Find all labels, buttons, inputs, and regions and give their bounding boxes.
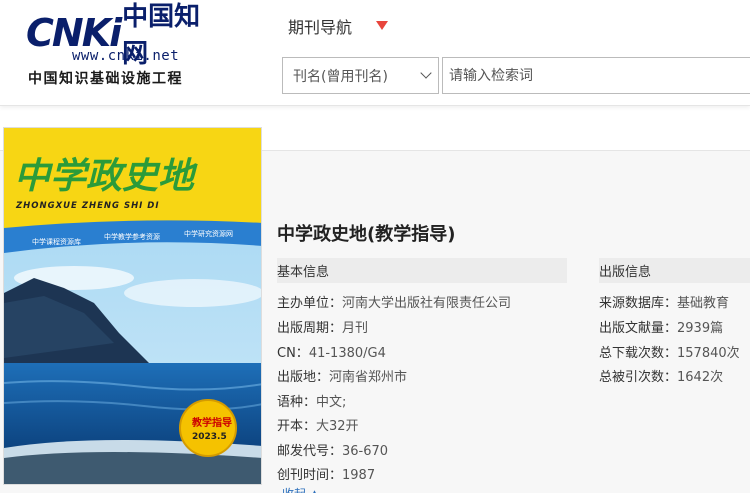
site-header: CNKi 中国知网 www.cnki.net 中国知识基础设施工程 期刊导航 刊… [0, 0, 750, 106]
info-label: 邮发代号： [277, 444, 343, 459]
cover-title: 中学政史地 [14, 155, 198, 197]
info-value: 36-670 [342, 444, 389, 459]
pub-info-heading-label: 出版信息 [599, 265, 652, 280]
info-value: 1987 [342, 468, 376, 483]
search-field-select[interactable]: 刊名(曾用刊名) [282, 57, 439, 94]
info-label: 创刊时间： [277, 468, 343, 483]
info-label: 总下载次数： [599, 346, 678, 361]
info-value: 41-1380/G4 [308, 346, 386, 361]
info-row-postal-code: 邮发代号：36-670 [277, 440, 388, 459]
journal-title: 中学政史地(教学指导) [277, 224, 456, 245]
search-field-value: 刊名(曾用刊名) [293, 68, 388, 85]
info-label: 来源数据库： [599, 296, 678, 311]
info-value: 2939篇 [677, 321, 724, 336]
pub-row-database: 来源数据库：基础教育 [599, 292, 729, 311]
info-row-founded: 创刊时间：1987 [277, 464, 375, 483]
info-label: 出版周期： [277, 321, 343, 336]
cover-badge-issue: 2023.5 [192, 432, 227, 442]
search-input[interactable] [442, 57, 750, 94]
pub-row-article-count: 出版文献量：2939篇 [599, 317, 723, 336]
info-value: 157840次 [677, 346, 740, 361]
info-row-language: 语种：中文; [277, 391, 346, 410]
caret-down-icon[interactable] [376, 21, 388, 30]
info-value: 河南大学出版社有限责任公司 [342, 296, 512, 311]
info-label: 语种： [277, 395, 317, 410]
chevron-down-icon [420, 67, 432, 79]
basic-info-heading: 基本信息 [277, 258, 567, 283]
pub-row-citations: 总被引次数：1642次 [599, 366, 723, 385]
info-value[interactable]: 基础教育 [677, 296, 729, 311]
info-row-cn: CN：41-1380/G4 [277, 342, 386, 361]
pub-row-downloads: 总下载次数：157840次 [599, 342, 740, 361]
journal-nav-menu[interactable]: 期刊导航 [288, 14, 352, 38]
info-row-format: 开本：大32开 [277, 415, 359, 434]
info-row-location: 出版地：河南省郑州市 [277, 366, 407, 385]
info-label: 出版文献量： [599, 321, 678, 336]
info-label: 出版地： [277, 370, 330, 385]
info-row-frequency: 出版周期：月刊 [277, 317, 368, 336]
cover-tagline-2: 中学教学参考资源 [104, 232, 160, 241]
cover-title-pinyin: ZHONGXUE ZHENG SHI DI [15, 201, 160, 211]
info-label: CN： [277, 346, 309, 361]
info-value: 中文; [316, 395, 347, 410]
info-label: 总被引次数： [599, 370, 678, 385]
info-value: 1642次 [677, 370, 724, 385]
info-value: 大32开 [316, 419, 359, 434]
logo-url: www.cnki.net [72, 48, 180, 64]
cover-tagline-3: 中学研究资源网 [184, 229, 233, 238]
info-label: 主办单位： [277, 296, 343, 311]
cnki-logo[interactable]: CNKi 中国知网 www.cnki.net 中国知识基础设施工程 [26, 2, 226, 87]
info-row-sponsor: 主办单位：河南大学出版社有限责任公司 [277, 292, 511, 311]
basic-info-heading-label: 基本信息 [277, 265, 330, 280]
info-value: 月刊 [342, 321, 369, 336]
info-value: 河南省郑州市 [329, 370, 408, 385]
info-label: 开本： [277, 419, 317, 434]
collapse-link[interactable]: 收起 ▲ [282, 485, 319, 493]
cover-badge-title: 教学指导 [191, 416, 232, 429]
pub-info-heading: 出版信息 [599, 258, 750, 283]
journal-cover-image: 中学政史地 ZHONGXUE ZHENG SHI DI 中学课程资源库 中学教学… [3, 127, 262, 485]
logo-subtitle: 中国知识基础设施工程 [28, 71, 183, 87]
cover-tagline-1: 中学课程资源库 [32, 237, 81, 246]
